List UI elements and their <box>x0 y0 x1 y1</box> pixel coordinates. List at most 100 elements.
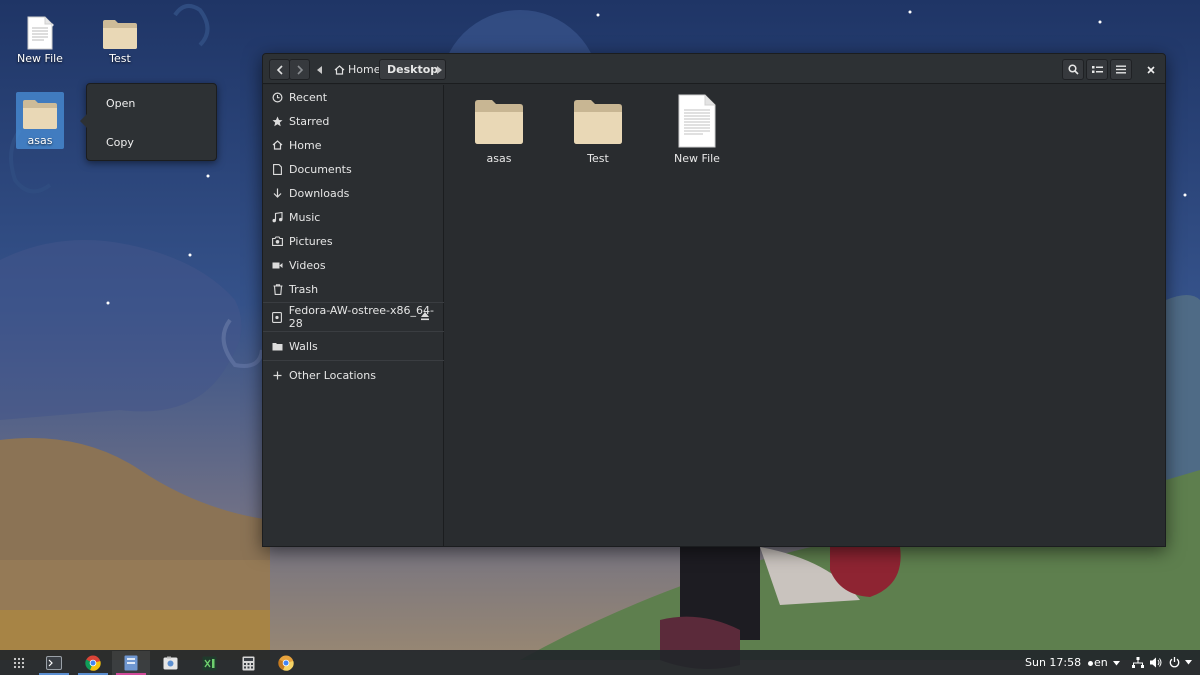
taskbar-app-chrome-canary[interactable] <box>267 651 305 675</box>
sidebar-item-trash[interactable]: Trash <box>263 278 444 300</box>
sidebar-item-documents[interactable]: Documents <box>263 158 444 180</box>
taskbar-app-code-editor[interactable] <box>190 651 228 675</box>
file-manager-window: Home Desktop Recent Starred Home Documen… <box>262 53 1166 547</box>
sidebar-item-walls[interactable]: Walls <box>263 335 444 357</box>
search-button[interactable] <box>1062 59 1084 80</box>
file-item-test[interactable]: Test <box>562 96 634 165</box>
chevron-down-icon <box>1113 661 1121 666</box>
keyboard-layout-label: en <box>1094 656 1108 669</box>
desktop-icon-asas[interactable]: asas <box>16 92 64 149</box>
desktop-icon-label: asas <box>27 134 53 147</box>
home-icon <box>334 64 345 75</box>
system-status-area[interactable] <box>1132 657 1192 668</box>
sidebar-separator <box>263 331 444 332</box>
breadcrumb-home-label: Home <box>348 63 381 76</box>
context-menu-open[interactable]: Open <box>106 97 135 110</box>
download-icon <box>273 188 282 198</box>
folder-icon <box>475 100 523 144</box>
document-icon <box>27 16 53 50</box>
files-icon <box>124 655 138 671</box>
eject-button[interactable] <box>420 311 430 324</box>
sidebar-item-fedora-drive[interactable]: Fedora-AW-ostree-x86_64-28 <box>263 304 444 330</box>
music-icon <box>272 211 283 222</box>
file-view: asas Test New File <box>445 85 1165 546</box>
list-view-icon <box>1091 66 1103 73</box>
close-button[interactable] <box>1140 59 1162 80</box>
video-icon <box>272 262 283 268</box>
file-item-label: asas <box>486 152 512 165</box>
show-apps-button[interactable] <box>0 651 38 675</box>
network-icon <box>1132 657 1144 668</box>
document-icon <box>273 163 282 175</box>
taskbar-app-screenshot[interactable] <box>151 651 189 675</box>
close-icon <box>1147 65 1155 74</box>
breadcrumb-scroll-left[interactable] <box>314 59 326 80</box>
clock-label: Sun 17:58 <box>1025 656 1082 669</box>
sidebar-item-label: Home <box>289 138 322 152</box>
taskbar-app-terminal[interactable] <box>35 651 73 675</box>
back-button[interactable] <box>269 59 290 80</box>
keyboard-layout-selector[interactable]: en <box>1094 656 1121 669</box>
breadcrumb-scroll-right[interactable] <box>433 59 445 80</box>
context-menu: Open Copy <box>80 83 217 161</box>
sidebar-item-pictures[interactable]: Pictures <box>263 230 444 252</box>
chevron-left-icon <box>276 64 283 75</box>
eject-icon <box>421 312 429 321</box>
taskbar: Sun 17:58 en <box>0 650 1200 675</box>
sidebar-item-label: Starred <box>289 114 330 128</box>
breadcrumb-desktop-label: Desktop <box>387 63 439 76</box>
calculator-icon <box>242 656 254 670</box>
chevron-right-icon <box>296 64 303 75</box>
triangle-left-icon <box>317 65 322 74</box>
desktop-icon-label: Test <box>109 52 131 65</box>
sidebar-item-label: Trash <box>289 282 319 296</box>
sidebar-item-label: Documents <box>289 162 352 176</box>
sidebar-item-home[interactable]: Home <box>263 134 444 156</box>
sidebar-item-label: Downloads <box>289 186 350 200</box>
sidebar-item-label: Pictures <box>289 234 333 248</box>
folder-icon <box>23 100 57 129</box>
trash-icon <box>273 283 282 295</box>
folder-icon <box>574 100 622 144</box>
context-menu-copy[interactable]: Copy <box>106 136 134 149</box>
document-icon <box>678 94 716 148</box>
chevron-down-icon <box>1185 660 1192 665</box>
code-editor-icon <box>202 656 216 670</box>
sidebar-item-music[interactable]: Music <box>263 206 444 228</box>
screenshot-icon <box>163 656 177 669</box>
header-bar: Home Desktop <box>263 54 1165 84</box>
taskbar-app-calculator[interactable] <box>229 651 267 675</box>
folder-icon <box>103 20 137 49</box>
desktop-icon-test[interactable]: Test <box>88 18 152 65</box>
sidebar-item-downloads[interactable]: Downloads <box>263 182 444 204</box>
power-icon <box>1169 657 1180 668</box>
forward-button[interactable] <box>289 59 310 80</box>
taskbar-app-files[interactable] <box>112 651 150 675</box>
camera-icon <box>272 236 283 246</box>
sidebar-item-recent[interactable]: Recent <box>263 86 444 108</box>
clock[interactable]: Sun 17:58 <box>1025 656 1093 669</box>
sidebar-item-label: Other Locations <box>289 368 376 382</box>
sidebar-item-starred[interactable]: Starred <box>263 110 444 132</box>
view-mode-button[interactable] <box>1086 59 1108 80</box>
sidebar-separator <box>263 360 444 361</box>
home-icon <box>272 140 283 150</box>
places-sidebar: Recent Starred Home Documents Downloads … <box>263 85 444 546</box>
sidebar-item-label: Music <box>289 210 321 224</box>
search-icon <box>1067 64 1079 75</box>
notification-dot-icon <box>1087 660 1093 666</box>
file-item-label: Test <box>587 152 609 165</box>
sidebar-item-other-locations[interactable]: Other Locations <box>263 364 444 386</box>
sidebar-item-videos[interactable]: Videos <box>263 254 444 276</box>
chrome-canary-icon <box>278 655 294 671</box>
file-item-label: New File <box>674 152 720 165</box>
menu-button[interactable] <box>1110 59 1132 80</box>
file-item-asas[interactable]: asas <box>463 96 535 165</box>
sidebar-item-label: Recent <box>289 90 328 104</box>
drive-icon <box>272 311 283 323</box>
desktop-icon-new-file[interactable]: New File <box>8 16 72 65</box>
sidebar-separator <box>263 302 444 303</box>
taskbar-app-chrome[interactable] <box>74 651 112 675</box>
file-item-new-file[interactable]: New File <box>661 94 733 165</box>
desktop-icon-label: New File <box>17 52 63 65</box>
